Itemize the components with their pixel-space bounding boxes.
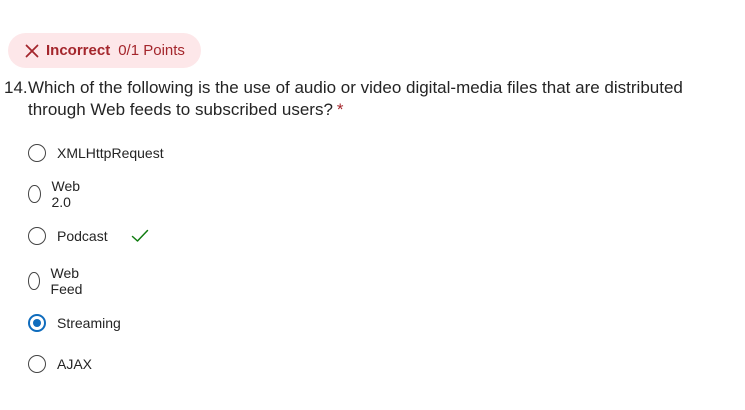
option-label: XMLHttpRequest <box>57 145 164 161</box>
option-label: Web 2.0 <box>51 178 81 210</box>
option-label: Streaming <box>57 315 121 331</box>
result-points: 0/1 Points <box>118 42 185 59</box>
option-web-2-0[interactable]: Web 2.0 <box>28 178 86 210</box>
radio-button-selected[interactable] <box>28 314 46 332</box>
radio-button[interactable] <box>28 355 46 373</box>
checkmark-icon <box>131 229 148 242</box>
question: 14. Which of the following is the use of… <box>4 77 724 121</box>
radio-button[interactable] <box>28 272 40 290</box>
option-streaming[interactable]: Streaming <box>28 310 121 336</box>
result-status: Incorrect <box>46 42 111 59</box>
radio-button[interactable] <box>28 185 41 203</box>
option-ajax[interactable]: AJAX <box>28 351 92 377</box>
radio-button[interactable] <box>28 227 46 245</box>
question-text-wrap: Which of the following is the use of aud… <box>28 77 724 121</box>
question-text: Which of the following is the use of aud… <box>28 78 683 119</box>
option-xmlhttprequest[interactable]: XMLHttpRequest <box>28 140 164 166</box>
option-label: Podcast <box>57 228 108 244</box>
option-label: AJAX <box>57 356 93 372</box>
close-icon <box>25 44 39 57</box>
required-marker: * <box>336 100 344 119</box>
option-label: Web Feed <box>50 265 83 297</box>
option-web-feed[interactable]: Web Feed <box>28 265 89 297</box>
question-number: 14. <box>4 78 28 97</box>
option-podcast[interactable]: Podcast <box>28 223 149 249</box>
radio-button[interactable] <box>28 144 46 162</box>
result-badge: Incorrect 0/1 Points <box>8 33 201 68</box>
